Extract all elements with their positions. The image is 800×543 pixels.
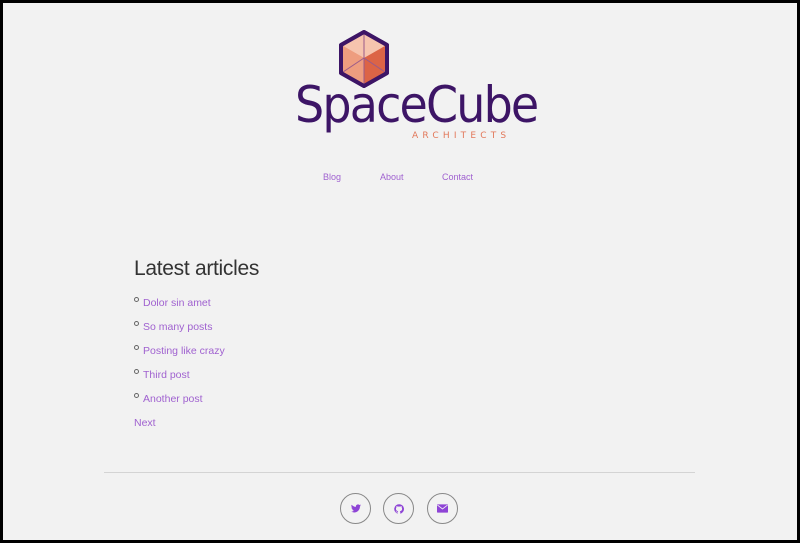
twitter-icon <box>350 504 361 513</box>
email-button[interactable] <box>427 493 458 524</box>
bullet-icon <box>134 345 139 350</box>
logo-wordmark: SpaceCube <box>295 76 539 134</box>
nav-blog[interactable]: Blog <box>323 172 341 182</box>
bullet-icon <box>134 393 139 398</box>
article-link[interactable]: So many posts <box>143 321 212 333</box>
list-item: Another post <box>134 389 259 413</box>
list-item: Third post <box>134 365 259 389</box>
github-button[interactable] <box>383 493 414 524</box>
next-page-link[interactable]: Next <box>134 417 259 429</box>
github-icon <box>393 503 404 514</box>
article-list: Dolor sin amet So many posts Posting lik… <box>134 293 259 413</box>
bullet-icon <box>134 297 139 302</box>
article-link[interactable]: Posting like crazy <box>143 345 225 357</box>
email-icon <box>437 504 448 513</box>
page: SpaceCube ARCHITECTS Blog About Contact … <box>3 3 797 540</box>
page-title: Latest articles <box>134 257 260 280</box>
main-nav: Blog About Contact <box>3 172 797 188</box>
article-link[interactable]: Third post <box>143 369 190 381</box>
article-link[interactable]: Dolor sin amet <box>143 297 211 309</box>
footer-divider <box>104 472 695 473</box>
bullet-icon <box>134 369 139 374</box>
list-item: So many posts <box>134 317 259 341</box>
nav-contact[interactable]: Contact <box>442 172 473 182</box>
bullet-icon <box>134 321 139 326</box>
logo-tagline: ARCHITECTS <box>412 131 511 141</box>
nav-about[interactable]: About <box>380 172 404 182</box>
list-item: Dolor sin amet <box>134 293 259 317</box>
article-link[interactable]: Another post <box>143 393 203 405</box>
articles-section: Latest articles Dolor sin amet So many p… <box>134 257 259 429</box>
list-item: Posting like crazy <box>134 341 259 365</box>
site-logo[interactable]: SpaceCube ARCHITECTS <box>293 29 539 149</box>
twitter-button[interactable] <box>340 493 371 524</box>
